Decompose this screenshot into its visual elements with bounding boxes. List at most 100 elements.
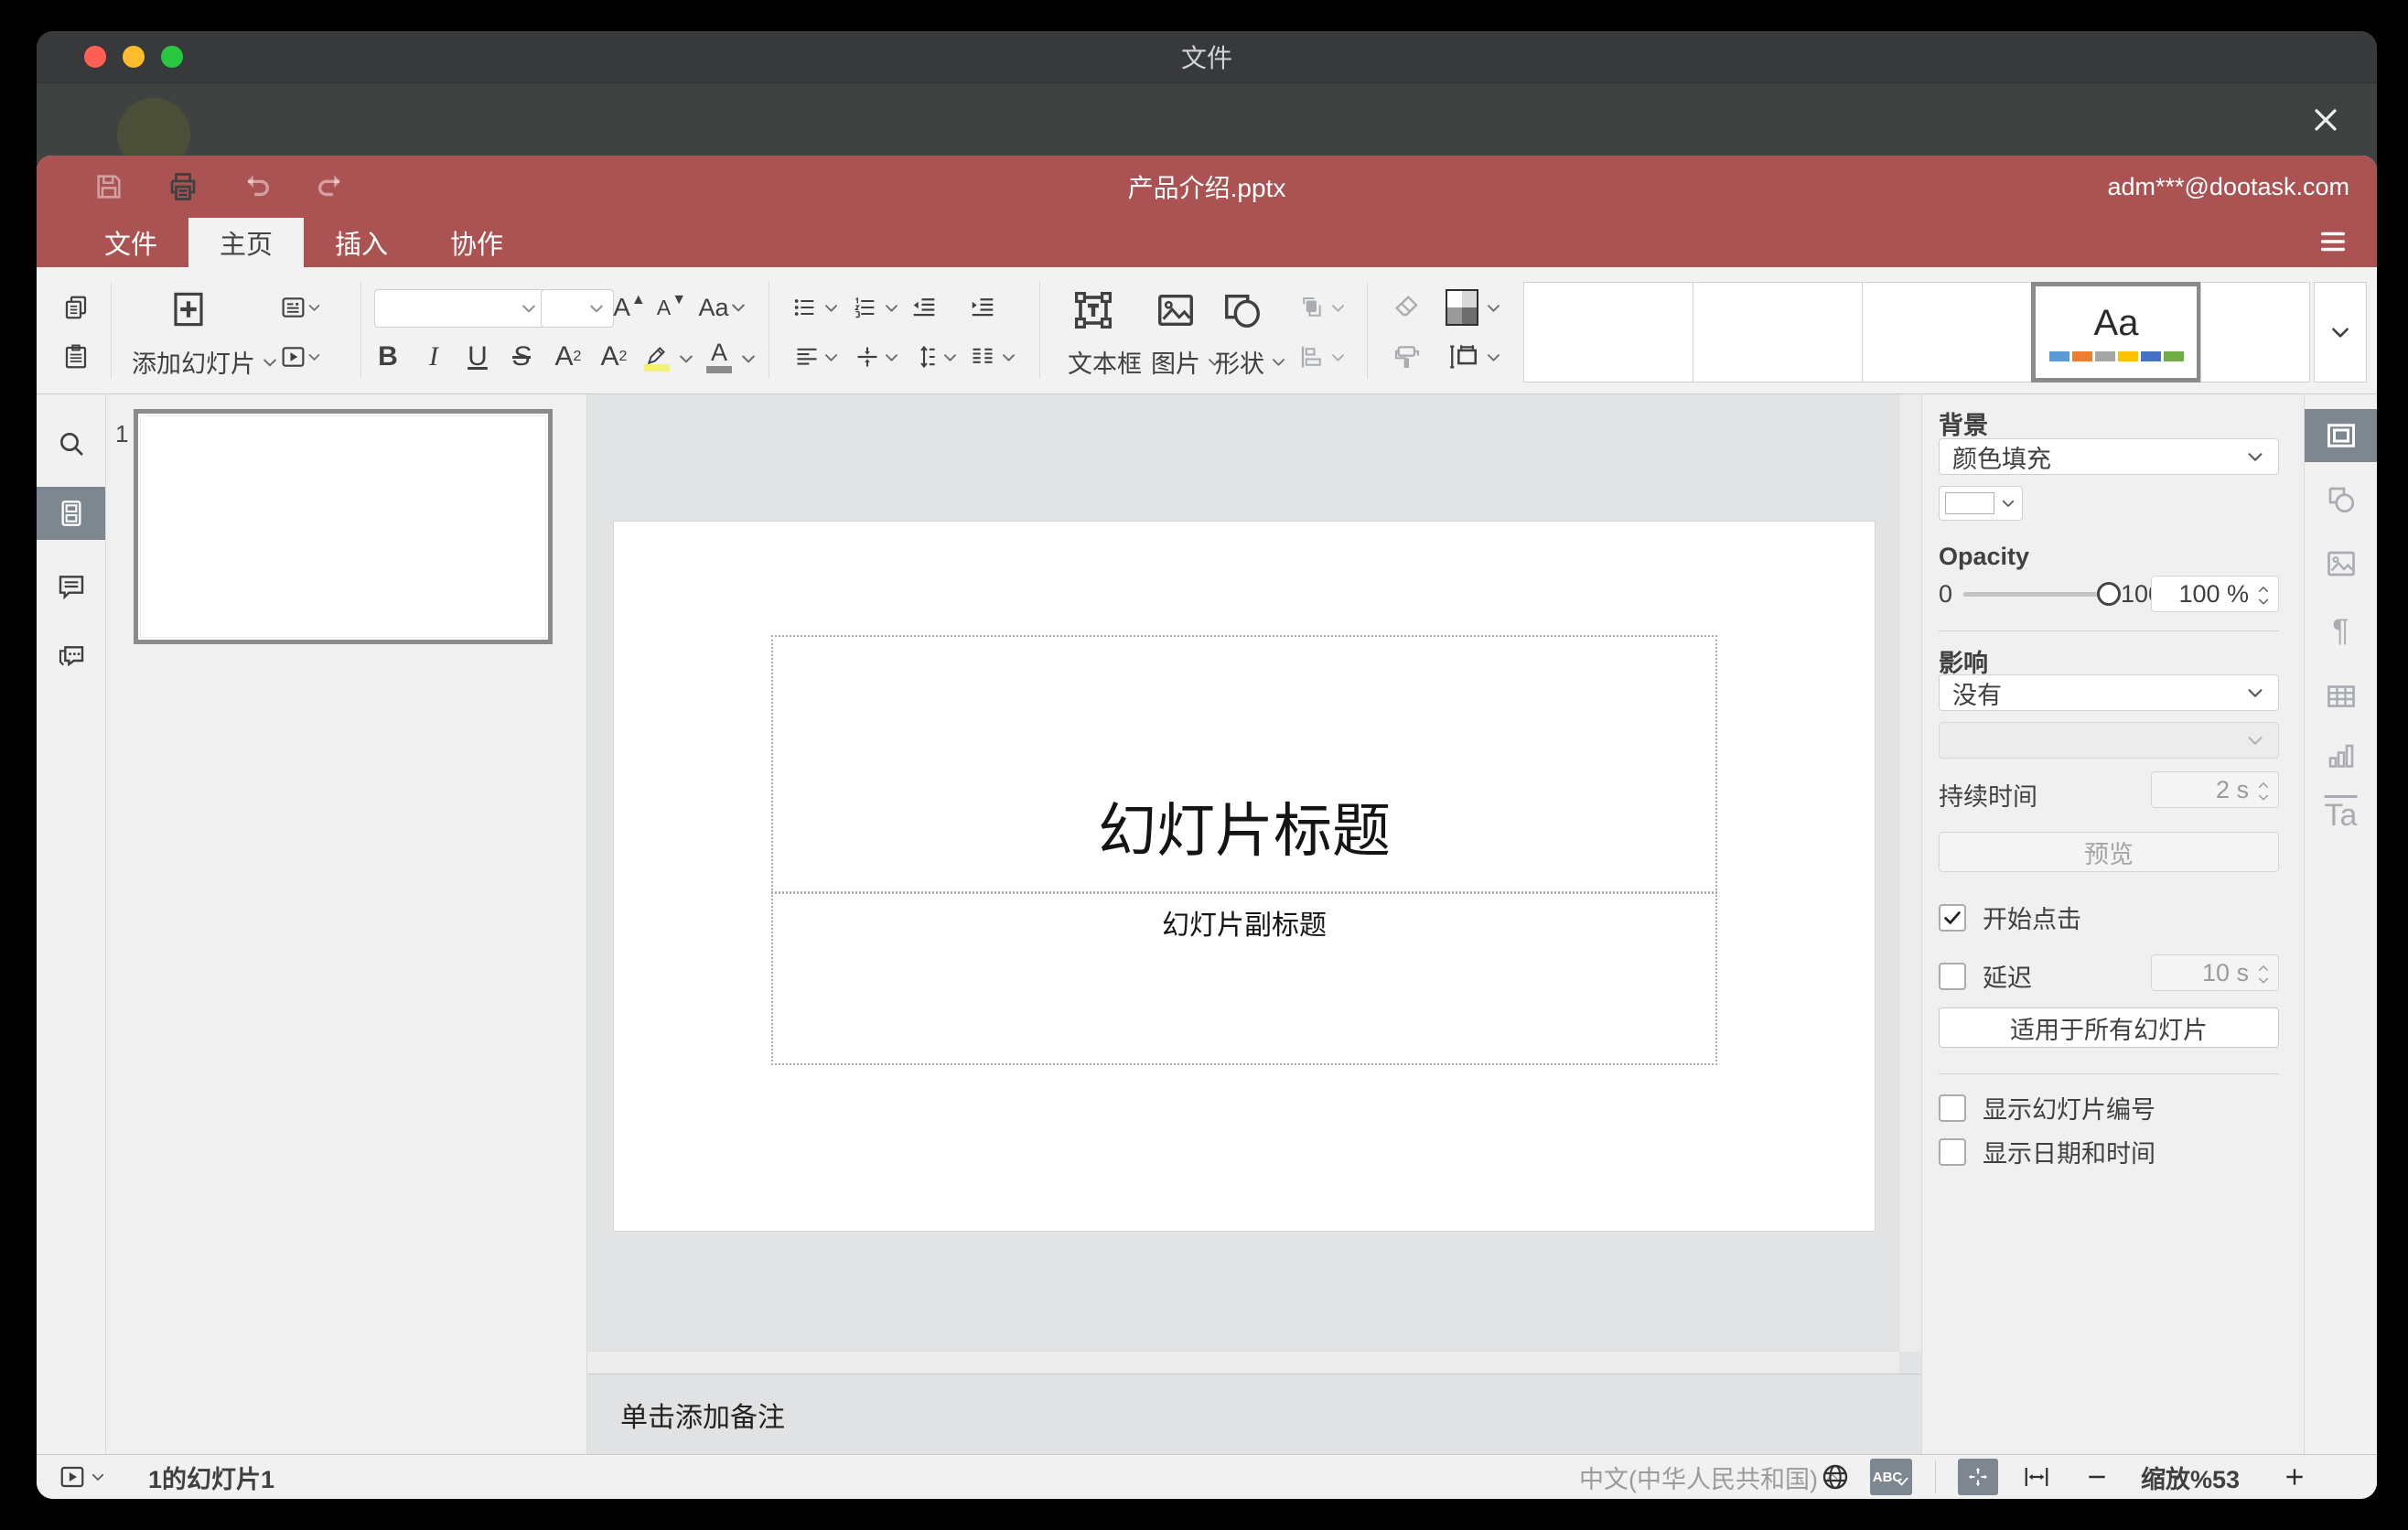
paste-button[interactable]: [55, 337, 97, 377]
preview-mode-arrow[interactable]: [90, 1455, 112, 1499]
increase-indent-button[interactable]: [962, 289, 1003, 326]
theme-tile[interactable]: [1862, 282, 2032, 382]
slide-size-arrow[interactable]: [1484, 342, 1502, 372]
start-preview-button[interactable]: [57, 1455, 88, 1499]
language-selector[interactable]: 中文(中华人民共和国): [1579, 1455, 1840, 1499]
opacity-slider-track[interactable]: [1963, 591, 2102, 597]
add-slide-button[interactable]: [166, 284, 211, 335]
delay-input[interactable]: 10 s: [2151, 954, 2279, 991]
preview-button[interactable]: 预览: [1939, 832, 2279, 872]
subscript-button[interactable]: A2: [593, 339, 635, 375]
insert-textbox-button[interactable]: [1066, 284, 1121, 337]
search-button[interactable]: [37, 417, 105, 470]
insert-shape-button[interactable]: [1215, 284, 1270, 337]
effect-select[interactable]: 没有: [1939, 674, 2279, 711]
arrange-shape-arrow[interactable]: [1328, 293, 1347, 322]
clear-style-button[interactable]: [1387, 289, 1427, 326]
slide-layout-button[interactable]: [280, 287, 322, 328]
color-scheme-arrow[interactable]: [1484, 293, 1502, 322]
effect-type-select[interactable]: [1939, 722, 2279, 759]
view-settings-button[interactable]: [2313, 223, 2353, 260]
vertical-align-arrow[interactable]: [882, 342, 900, 372]
vertical-align-button[interactable]: [851, 339, 884, 375]
numbered-list-arrow[interactable]: [882, 293, 900, 322]
comments-button[interactable]: [37, 560, 105, 613]
line-spacing-arrow[interactable]: [941, 342, 959, 372]
chart-settings-button[interactable]: [2305, 730, 2377, 783]
tab-file[interactable]: 文件: [73, 218, 188, 267]
align-shape-button[interactable]: [1294, 339, 1330, 375]
show-slide-number-checkbox[interactable]: 显示幻灯片编号: [1939, 1090, 2155, 1126]
font-size-select[interactable]: [541, 289, 614, 328]
copy-style-button[interactable]: [1387, 339, 1427, 375]
background-fill-select[interactable]: 颜色填充: [1939, 438, 2279, 475]
add-slide-label[interactable]: 添加幻灯片: [132, 344, 279, 380]
underline-button[interactable]: U: [459, 339, 496, 375]
theme-tile-selected[interactable]: Aa: [2031, 282, 2201, 382]
fit-to-width-button[interactable]: [2016, 1455, 2057, 1499]
horizontal-align-arrow[interactable]: [822, 342, 840, 372]
zoom-in-button[interactable]: [2276, 1455, 2313, 1499]
apply-to-all-slides-button[interactable]: 适用于所有幻灯片: [1939, 1007, 2279, 1048]
decrease-font-button[interactable]: A ▼: [653, 289, 690, 326]
insert-image-button[interactable]: [1148, 284, 1203, 337]
theme-gallery-expand-button[interactable]: [2314, 282, 2367, 382]
font-color-arrow[interactable]: [739, 340, 758, 377]
columns-arrow[interactable]: [999, 342, 1017, 372]
italic-button[interactable]: I: [415, 339, 452, 375]
change-case-button[interactable]: Aa: [693, 289, 752, 326]
bullet-list-arrow[interactable]: [822, 293, 840, 322]
zoom-out-button[interactable]: [2079, 1455, 2115, 1499]
notes-area[interactable]: 单击添加备注: [587, 1374, 1921, 1454]
numbered-list-button[interactable]: [847, 289, 884, 326]
close-traffic-light[interactable]: [84, 46, 106, 68]
document-language-button[interactable]: [1815, 1455, 1855, 1499]
horizontal-align-button[interactable]: [790, 339, 823, 375]
shape-settings-button[interactable]: [2305, 473, 2377, 526]
superscript-button[interactable]: A2: [547, 339, 589, 375]
text-art-settings-button[interactable]: Ta: [2305, 789, 2377, 842]
insert-textbox-label[interactable]: 文本框: [1068, 344, 1142, 380]
insert-image-label[interactable]: 图片: [1151, 344, 1223, 380]
font-color-button[interactable]: A: [699, 337, 739, 377]
paragraph-settings-button[interactable]: ¶: [2305, 604, 2377, 657]
bold-button[interactable]: B: [370, 339, 406, 375]
spellcheck-button[interactable]: ABC: [1870, 1459, 1912, 1495]
strikethrough-button[interactable]: S: [503, 339, 540, 375]
subtitle-placeholder[interactable]: 幻灯片副标题: [771, 891, 1717, 1065]
start-slideshow-button[interactable]: [280, 337, 322, 377]
increase-font-button[interactable]: A ▲: [609, 289, 650, 326]
slide-settings-button[interactable]: [2305, 409, 2377, 462]
delay-checkbox[interactable]: 延迟: [1939, 958, 2032, 994]
image-settings-button[interactable]: [2305, 537, 2377, 590]
color-scheme-button[interactable]: [1444, 287, 1480, 328]
title-placeholder[interactable]: 幻灯片标题: [771, 635, 1717, 894]
close-document-button[interactable]: [2302, 96, 2349, 144]
theme-tile[interactable]: [1523, 282, 1693, 382]
slide-size-button[interactable]: [1444, 339, 1484, 375]
opacity-input[interactable]: 100 %: [2151, 576, 2279, 612]
slide-canvas[interactable]: 幻灯片标题 幻灯片副标题: [614, 522, 1875, 1231]
align-shape-arrow[interactable]: [1328, 342, 1347, 372]
line-spacing-button[interactable]: [906, 339, 942, 375]
vertical-scrollbar[interactable]: [1898, 394, 1921, 1352]
columns-button[interactable]: [964, 339, 1001, 375]
slide-thumbnail[interactable]: [134, 409, 553, 644]
minimize-traffic-light[interactable]: [123, 46, 145, 68]
arrange-shape-button[interactable]: [1294, 289, 1330, 326]
font-name-select[interactable]: [374, 289, 546, 328]
maximize-traffic-light[interactable]: [161, 46, 183, 68]
highlight-color-button[interactable]: [637, 337, 677, 377]
tab-home[interactable]: 主页: [188, 218, 305, 267]
horizontal-scrollbar[interactable]: [587, 1351, 1899, 1374]
chat-button[interactable]: [37, 630, 105, 684]
tab-collaboration[interactable]: 协作: [419, 218, 534, 267]
tab-insert[interactable]: 插入: [304, 218, 419, 267]
insert-shape-label[interactable]: 形状: [1215, 344, 1287, 380]
start-on-click-checkbox[interactable]: 开始点击: [1939, 900, 2081, 935]
duration-input[interactable]: 2 s: [2151, 771, 2279, 808]
highlight-color-arrow[interactable]: [677, 340, 695, 377]
bullet-list-button[interactable]: [787, 289, 823, 326]
fit-to-slide-button[interactable]: [1958, 1459, 1998, 1495]
opacity-slider-knob[interactable]: [2097, 582, 2122, 606]
